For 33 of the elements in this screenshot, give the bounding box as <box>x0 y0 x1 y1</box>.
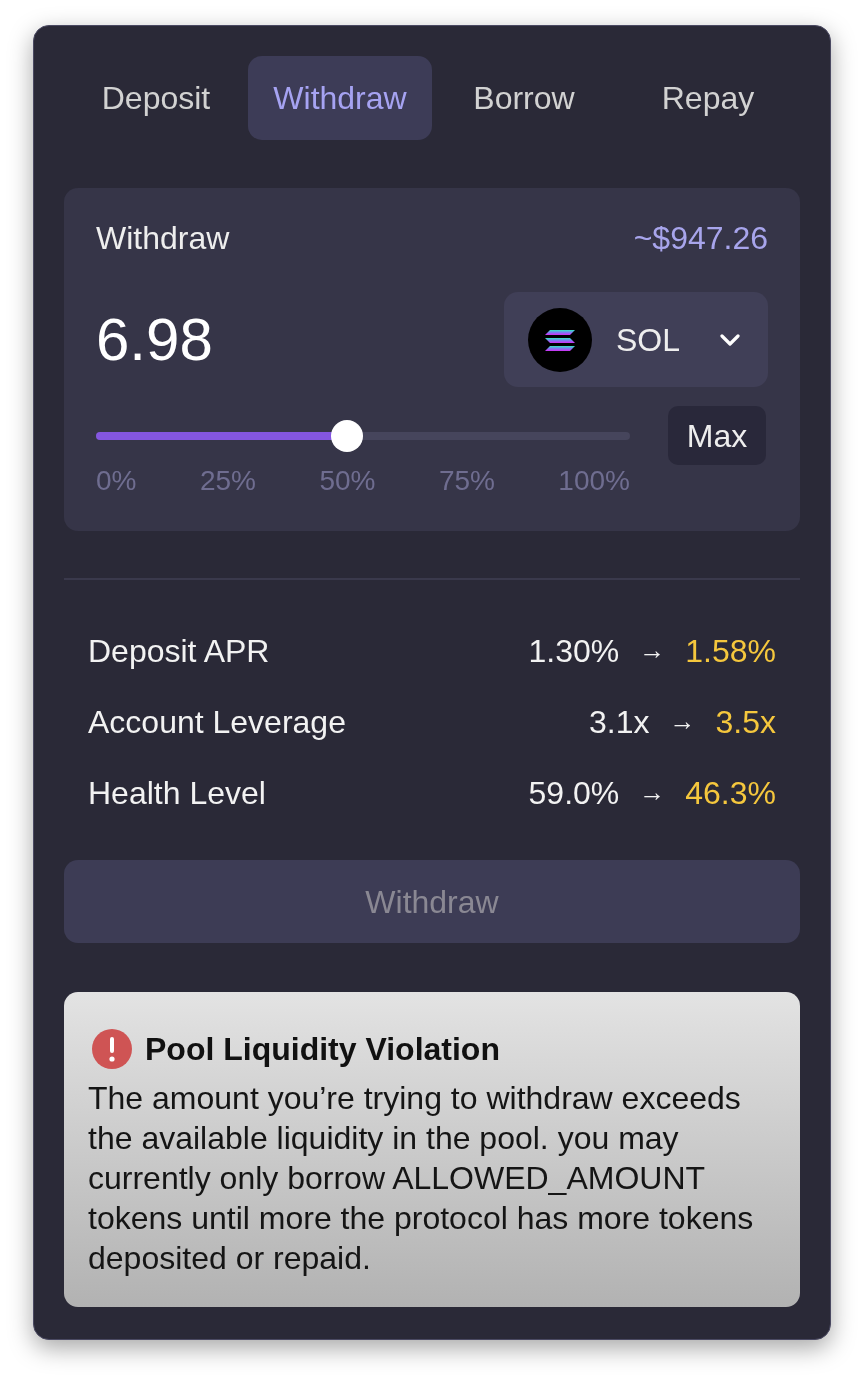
stat-label: Account Leverage <box>88 702 346 742</box>
arrow-sign: → <box>639 634 666 667</box>
arrow-sign: → <box>639 776 666 809</box>
tick-label: 25% <box>199 467 256 495</box>
projected-value: 1.58% <box>685 631 776 671</box>
alert-title: Pool Liquidity Violation <box>145 1030 500 1069</box>
tick-label: 0% <box>96 467 137 495</box>
projected-value: 3.5x <box>715 702 776 742</box>
projected-value: 46.3% <box>685 773 776 813</box>
slider-track[interactable] <box>96 419 630 452</box>
current-value: 3.1x <box>589 702 650 742</box>
tab[interactable]: Withdraw <box>248 56 432 140</box>
stat-label: Deposit APR <box>88 631 270 671</box>
slider-thumb[interactable] <box>330 419 363 452</box>
tick-label: 75% <box>438 467 495 495</box>
exclamation-icon <box>92 1029 132 1069</box>
tab[interactable]: Deposit <box>64 56 248 140</box>
chevron-down-icon <box>720 333 740 346</box>
alert-message: The amount you’re trying to withdraw exceeds the available liquidity in the pool. you may currently only borrow ALLOWED_AMOUNT tokens until more the protocol has more tokens deposited or repaid. <box>88 1079 755 1278</box>
tab[interactable]: Borrow <box>432 56 616 140</box>
usd-value: ~$947.26 <box>633 220 768 256</box>
current-value: 59.0% <box>528 773 620 813</box>
panel-label: Withdraw <box>96 220 230 256</box>
tick-label: 50% <box>319 467 376 495</box>
token-selector[interactable]: SOL <box>504 292 768 387</box>
token-logo-icon <box>528 307 592 372</box>
current-value: 1.30% <box>528 631 620 671</box>
amount-input[interactable]: 6.98 <box>96 304 396 375</box>
stat-label: Health Level <box>88 773 266 813</box>
arrow-sign: → <box>669 705 696 738</box>
tick-label: 100% <box>558 467 630 495</box>
tab[interactable]: Repay <box>616 56 800 140</box>
max-button[interactable]: Max <box>668 406 766 465</box>
